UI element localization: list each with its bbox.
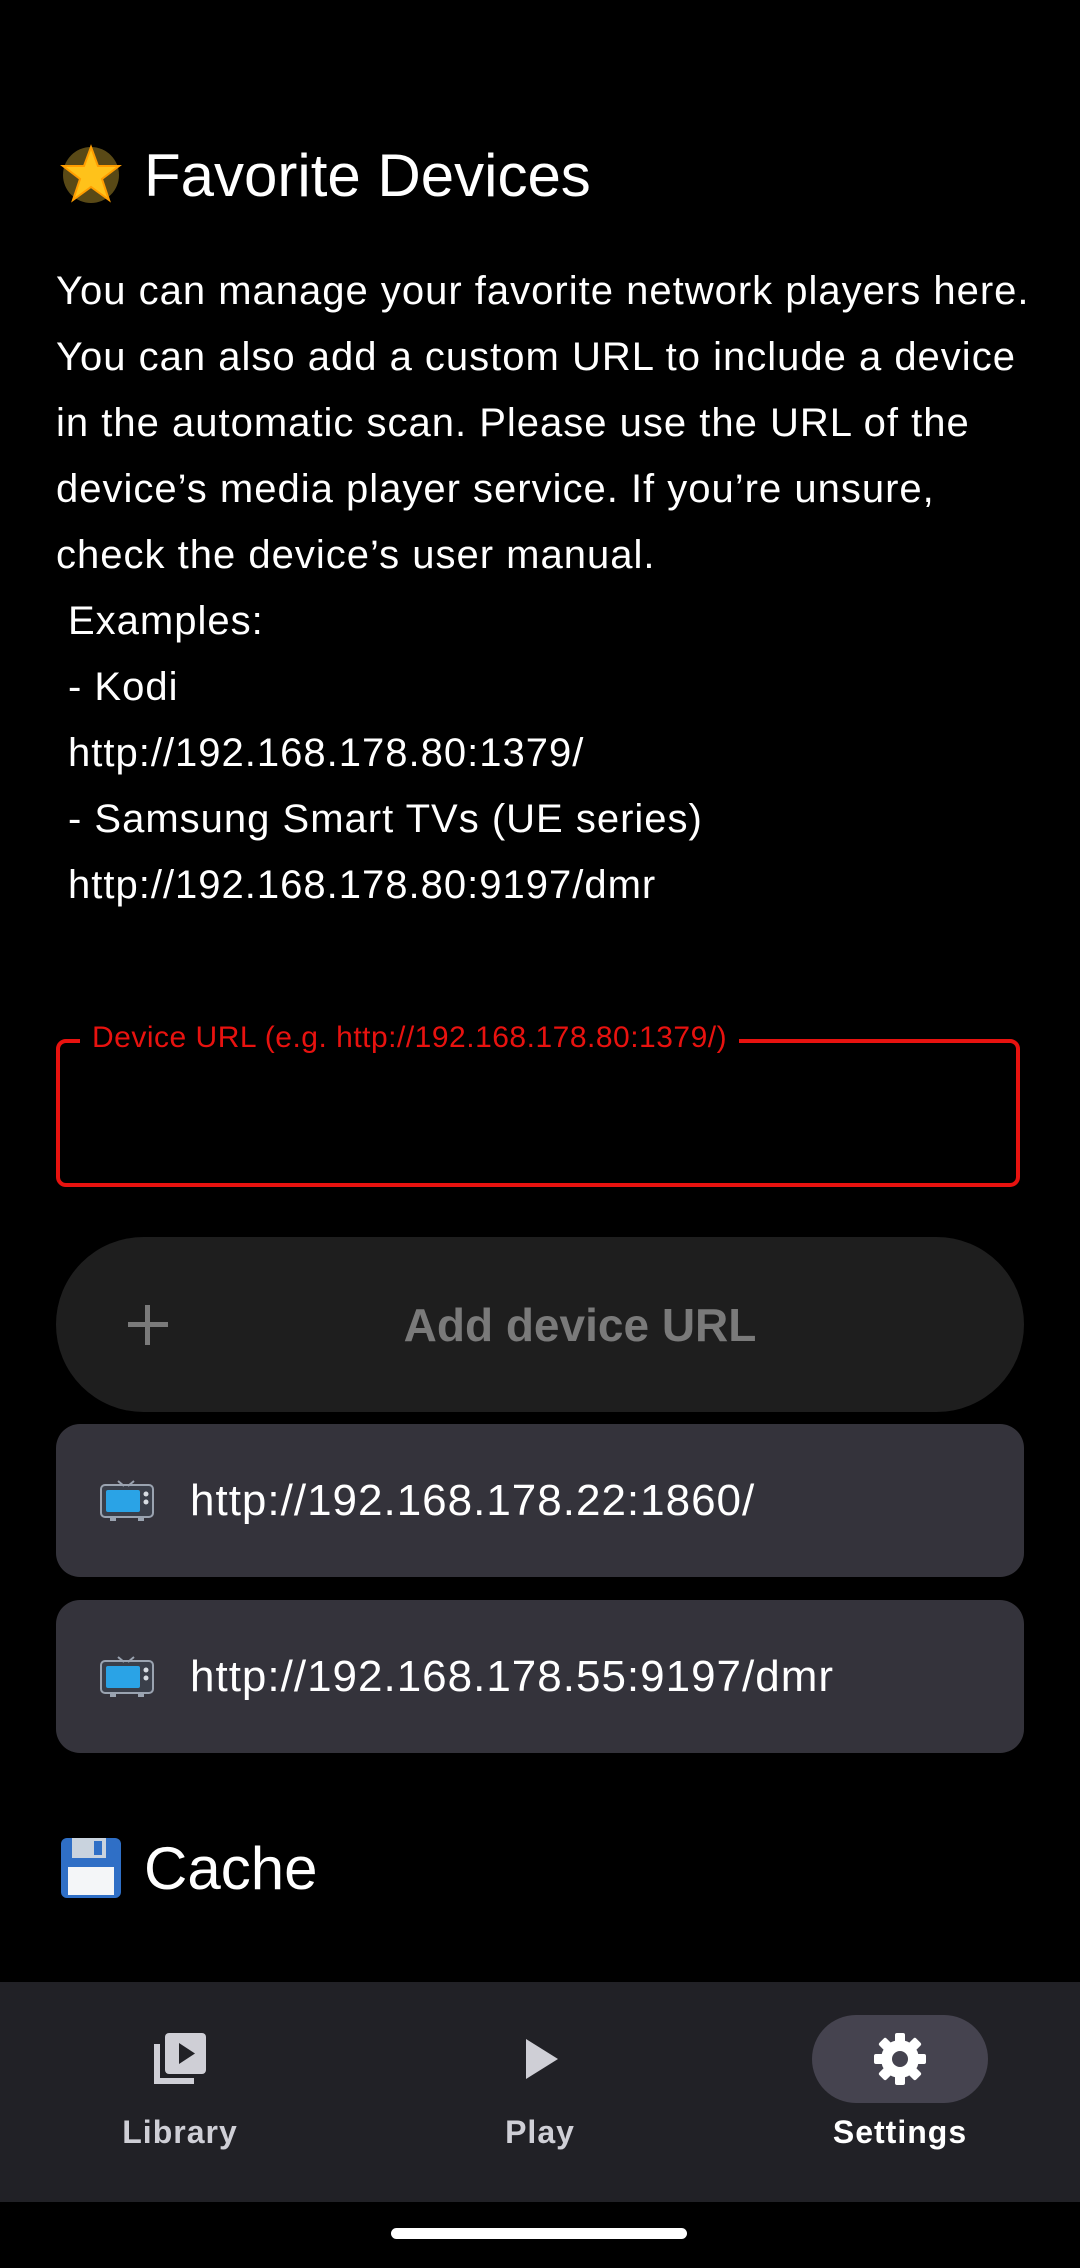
nav-pill	[452, 2015, 628, 2103]
favorites-description: You can manage your favorite network pla…	[56, 258, 1036, 918]
gesture-navigation-bar[interactable]	[391, 2228, 687, 2239]
device-list-item[interactable]: http://192.168.178.55:9197/dmr	[56, 1600, 1024, 1753]
cache-heading: Cache	[56, 1828, 317, 1908]
plus-icon	[128, 1304, 168, 1345]
tv-icon	[100, 1479, 154, 1521]
nav-pill-active	[812, 2015, 988, 2103]
favorite-devices-title: Favorite Devices	[144, 141, 591, 209]
nav-pill	[92, 2015, 268, 2103]
examples-heading: Examples:	[68, 599, 264, 643]
nav-item-settings[interactable]: Settings	[720, 1982, 1080, 2202]
example-line: http://192.168.178.80:1379/	[68, 731, 585, 775]
device-url-input[interactable]	[96, 1079, 980, 1151]
example-line: http://192.168.178.80:9197/dmr	[68, 863, 657, 907]
floppy-disk-icon	[56, 1833, 126, 1903]
play-icon	[526, 2039, 558, 2079]
add-device-url-button[interactable]: Add device URL	[56, 1237, 1024, 1412]
nav-item-play[interactable]: Play	[360, 1982, 720, 2202]
nav-label-settings: Settings	[832, 2114, 968, 2150]
nav-label-library: Library	[122, 2114, 238, 2150]
device-url: http://192.168.178.22:1860/	[190, 1475, 756, 1525]
nav-item-library[interactable]: Library	[0, 1982, 360, 2202]
add-device-url-label: Add device URL	[403, 1298, 757, 1351]
device-list-item[interactable]: http://192.168.178.22:1860/	[56, 1424, 1024, 1577]
description-text: You can manage your favorite network pla…	[56, 269, 1030, 577]
device-url-field[interactable]: Device URL (e.g. http://192.168.178.80:1…	[56, 1021, 1020, 1187]
bottom-navigation: Library Play Settings	[0, 1982, 1080, 2202]
device-url-label: Device URL (e.g. http://192.168.178.80:1…	[80, 1021, 740, 1055]
tv-icon	[100, 1655, 154, 1697]
device-url: http://192.168.178.55:9197/dmr	[190, 1651, 835, 1701]
gear-icon	[874, 2033, 926, 2085]
example-line: - Samsung Smart TVs (UE series)	[68, 797, 703, 841]
cache-title: Cache	[144, 1834, 318, 1902]
library-icon	[154, 2033, 206, 2084]
example-line: - Kodi	[68, 665, 179, 709]
nav-label-play: Play	[505, 2114, 575, 2150]
favorite-devices-heading: Favorite Devices	[56, 135, 591, 215]
star-icon	[56, 140, 126, 210]
